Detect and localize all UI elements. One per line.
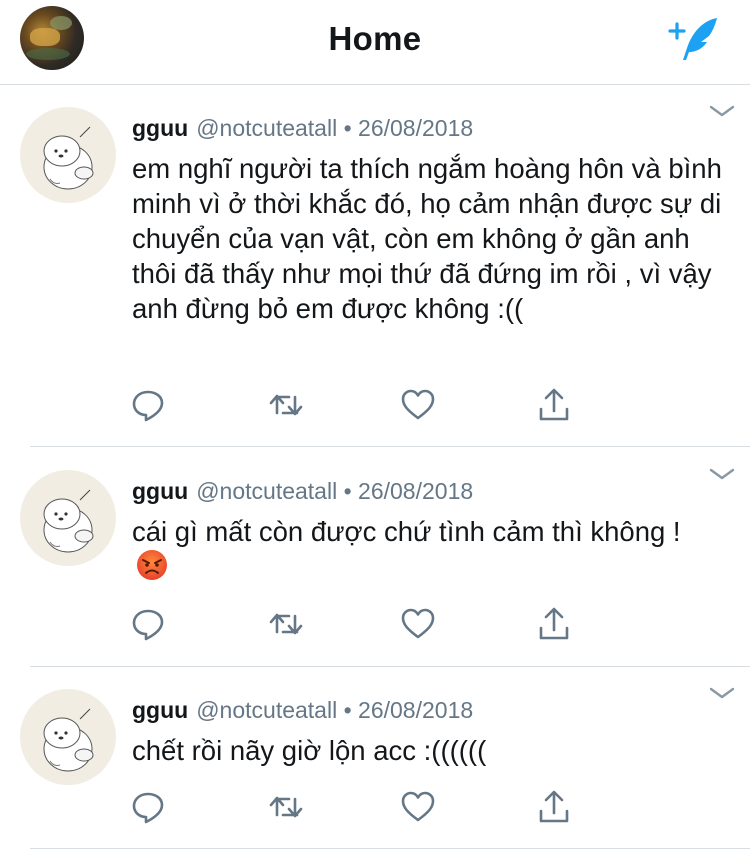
like-heart-icon[interactable] (400, 387, 440, 427)
tweet-actions (130, 387, 590, 427)
tweet-header: gguu @notcuteatall • 26/08/2018 (132, 478, 473, 505)
user-handle[interactable]: @notcuteatall (196, 697, 337, 723)
user-handle[interactable]: @notcuteatall (196, 478, 337, 504)
tweet-text-content: cái gì mất còn được chứ tình cảm thì khô… (132, 516, 681, 547)
like-heart-icon[interactable] (400, 789, 440, 829)
display-name[interactable]: gguu (132, 115, 188, 141)
tweet[interactable]: gguu @notcuteatall • 26/08/2018 cái gì mấ… (0, 448, 750, 667)
user-avatar[interactable] (20, 470, 116, 566)
tweet-text: cái gì mất còn được chứ tình cảm thì khô… (132, 514, 722, 584)
tweet-date[interactable]: 26/08/2018 (358, 697, 473, 723)
tweet[interactable]: gguu @notcuteatall • 26/08/2018 chết rồi … (0, 667, 750, 850)
chevron-down-icon[interactable] (708, 685, 736, 701)
top-nav-bar: Home (0, 0, 750, 85)
page-title: Home (328, 20, 422, 57)
user-avatar[interactable] (20, 107, 116, 203)
retweet-icon[interactable] (268, 789, 308, 829)
like-heart-icon[interactable] (400, 606, 440, 646)
angry-face-emoji-icon (136, 549, 168, 581)
reply-icon[interactable] (130, 387, 170, 427)
separator-dot: • (343, 697, 352, 723)
tweet-divider (30, 446, 750, 447)
tweet[interactable]: gguu @notcuteatall • 26/08/2018 em nghĩ n… (0, 85, 750, 447)
tweet-actions (130, 606, 590, 646)
share-icon[interactable] (536, 387, 576, 427)
retweet-icon[interactable] (268, 606, 308, 646)
chevron-down-icon[interactable] (708, 103, 736, 119)
reply-icon[interactable] (130, 606, 170, 646)
user-avatar[interactable] (20, 689, 116, 785)
share-icon[interactable] (536, 606, 576, 646)
user-handle[interactable]: @notcuteatall (196, 115, 337, 141)
tweet-header: gguu @notcuteatall • 26/08/2018 (132, 115, 473, 142)
reply-icon[interactable] (130, 789, 170, 829)
retweet-icon[interactable] (268, 387, 308, 427)
tweet-date[interactable]: 26/08/2018 (358, 115, 473, 141)
tweet-text: chết rồi nãy giờ lộn acc :(((((( (132, 735, 487, 766)
tweet-header: gguu @notcuteatall • 26/08/2018 (132, 697, 473, 724)
tweet-text: em nghĩ người ta thích ngắm hoàng hôn và… (132, 153, 722, 324)
tweet-divider (30, 848, 750, 849)
tweet-date[interactable]: 26/08/2018 (358, 478, 473, 504)
display-name[interactable]: gguu (132, 697, 188, 723)
share-icon[interactable] (536, 789, 576, 829)
compose-tweet-icon[interactable] (665, 14, 725, 64)
chevron-down-icon[interactable] (708, 466, 736, 482)
tweet-actions (130, 789, 590, 829)
separator-dot: • (343, 478, 352, 504)
separator-dot: • (343, 115, 352, 141)
display-name[interactable]: gguu (132, 478, 188, 504)
